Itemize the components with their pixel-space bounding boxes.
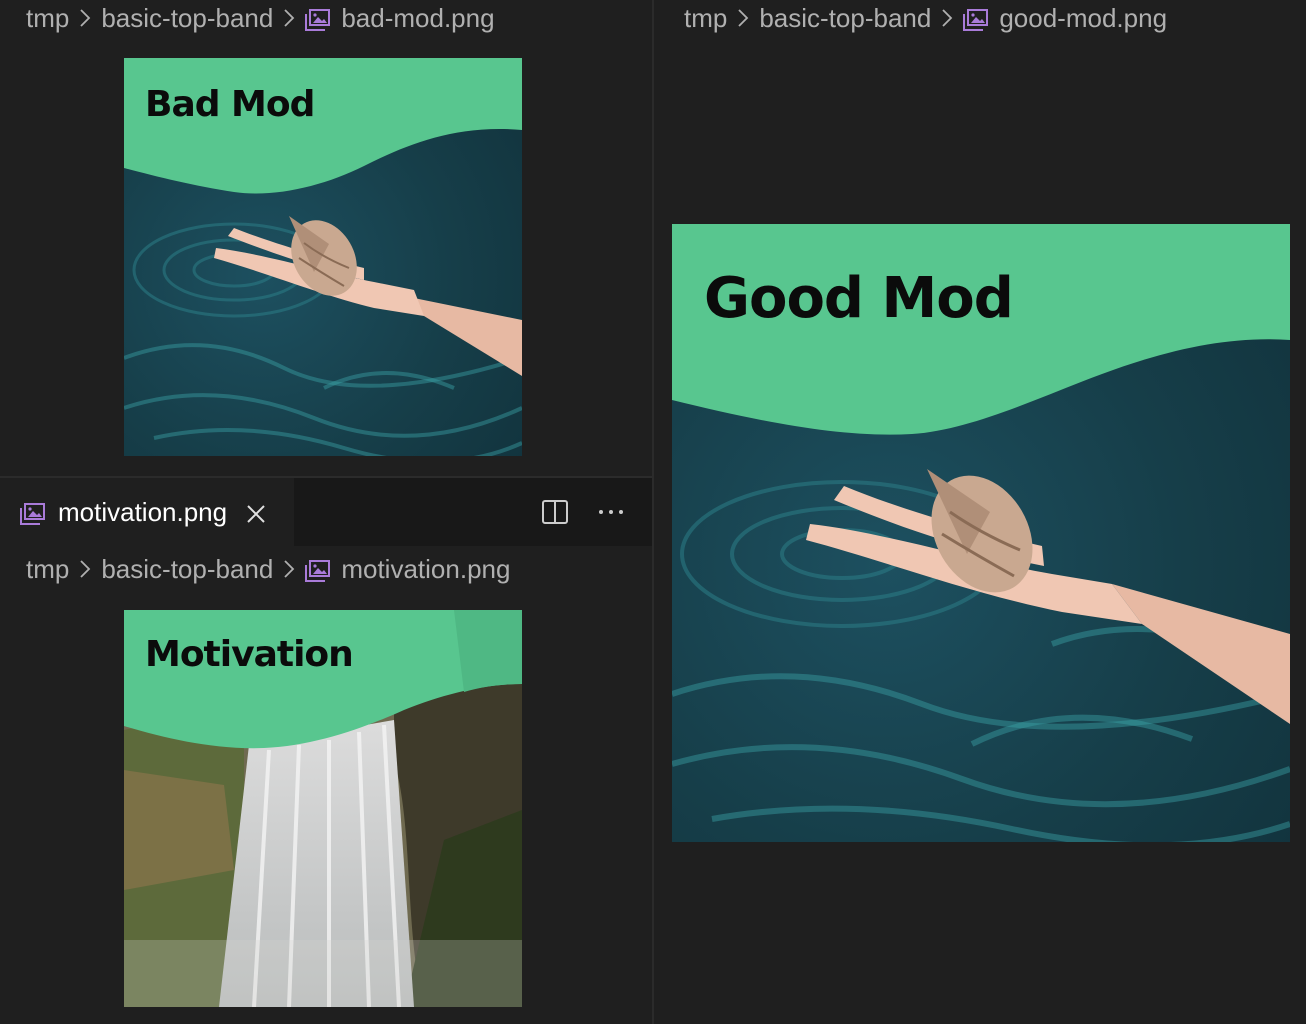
image-file-icon bbox=[305, 7, 331, 31]
breadcrumb-root[interactable]: tmp bbox=[26, 3, 69, 34]
editor-pane-motivation: motivation.png tmp basic-top-band motiva… bbox=[0, 478, 652, 1024]
breadcrumb-file[interactable]: bad-mod.png bbox=[305, 2, 495, 34]
chevron-right-icon bbox=[79, 559, 91, 579]
breadcrumb: tmp basic-top-band bad-mod.png bbox=[26, 0, 495, 36]
editor-actions bbox=[540, 478, 626, 546]
image-file-icon bbox=[305, 558, 331, 582]
editor-pane-good-mod: tmp basic-top-band good-mod.png Good Mod bbox=[654, 0, 1306, 1024]
tab-motivation[interactable]: motivation.png bbox=[0, 478, 294, 546]
image-title-text: Bad Mod bbox=[145, 84, 315, 125]
chevron-right-icon bbox=[79, 8, 91, 28]
breadcrumb-file-label: good-mod.png bbox=[999, 2, 1168, 33]
chevron-right-icon bbox=[283, 559, 295, 579]
image-preview: Bad Mod bbox=[124, 58, 522, 456]
image-preview: Good Mod bbox=[672, 224, 1290, 842]
breadcrumb-root[interactable]: tmp bbox=[26, 554, 69, 585]
chevron-right-icon bbox=[283, 8, 295, 28]
breadcrumb-root[interactable]: tmp bbox=[684, 3, 727, 34]
breadcrumb-folder[interactable]: basic-top-band bbox=[101, 554, 273, 585]
image-file-icon bbox=[963, 7, 989, 31]
tab-bar: motivation.png bbox=[0, 478, 652, 546]
chevron-right-icon bbox=[737, 8, 749, 28]
image-title-text: Good Mod bbox=[704, 266, 1014, 331]
tab-label: motivation.png bbox=[58, 496, 228, 527]
chevron-right-icon bbox=[941, 8, 953, 28]
editor-pane-bad-mod: tmp basic-top-band bad-mod.png Bad Mod bbox=[0, 0, 652, 476]
split-editor-icon[interactable] bbox=[540, 497, 570, 527]
close-icon[interactable] bbox=[245, 501, 267, 523]
image-preview: Motivation bbox=[124, 610, 522, 1007]
breadcrumb-file-label: motivation.png bbox=[341, 553, 511, 584]
image-file-icon bbox=[20, 501, 46, 525]
breadcrumb-folder[interactable]: basic-top-band bbox=[759, 3, 931, 34]
breadcrumb: tmp basic-top-band motivation.png bbox=[26, 551, 510, 587]
breadcrumb-file[interactable]: good-mod.png bbox=[963, 3, 1167, 34]
image-title-text: Motivation bbox=[145, 634, 354, 675]
breadcrumb-file-label: bad-mod.png bbox=[341, 2, 495, 33]
more-actions-icon[interactable] bbox=[596, 497, 626, 527]
breadcrumb: tmp basic-top-band good-mod.png bbox=[684, 0, 1167, 36]
breadcrumb-file[interactable]: motivation.png bbox=[305, 554, 510, 585]
breadcrumb-folder[interactable]: basic-top-band bbox=[101, 3, 273, 34]
